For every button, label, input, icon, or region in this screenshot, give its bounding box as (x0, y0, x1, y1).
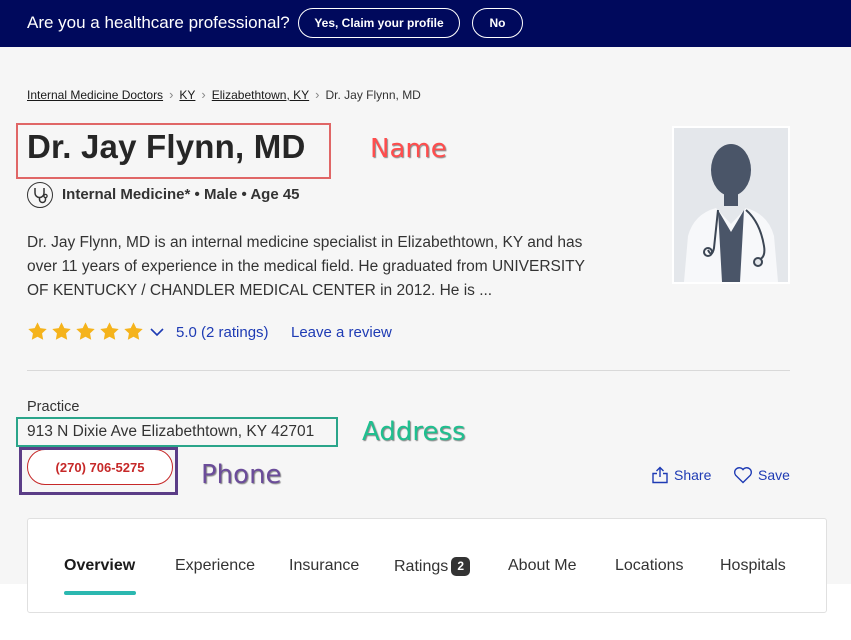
avatar-silhouette (674, 128, 788, 282)
tab-locations[interactable]: Locations (615, 557, 684, 575)
chevron-right-icon: › (169, 87, 174, 102)
chevron-right-icon: › (201, 87, 206, 102)
save-label: Save (758, 467, 790, 483)
ratings-count-badge: 2 (451, 557, 471, 576)
tab-overview[interactable]: Overview (64, 557, 135, 575)
heart-icon (733, 467, 753, 484)
profile-tabs: Overview Experience Insurance Ratings 2 A… (27, 518, 827, 613)
star-icon (28, 322, 47, 340)
banner-question: Are you a healthcare professional? (27, 13, 290, 32)
claim-profile-button[interactable]: Yes, Claim your profile (298, 8, 460, 38)
stethoscope-icon (27, 182, 53, 208)
doctor-bio: Dr. Jay Flynn, MD is an internal medicin… (27, 234, 585, 299)
save-button[interactable]: Save (733, 466, 790, 484)
star-icon (100, 322, 119, 340)
leave-review-link[interactable]: Leave a review (291, 324, 392, 341)
star-icon (76, 322, 95, 340)
tab-ratings-label: Ratings (394, 558, 449, 575)
breadcrumb-current: Dr. Jay Flynn, MD (325, 88, 421, 102)
phone-annotation: Phone (201, 460, 282, 490)
breadcrumb: Internal Medicine Doctors › KY › Elizabethto… (27, 87, 421, 102)
active-tab-indicator (64, 591, 136, 595)
share-button[interactable]: Share (651, 466, 711, 484)
rating-stars (27, 321, 144, 342)
breadcrumb-elizabethtown[interactable]: Elizabethtown, KY (212, 88, 309, 102)
practice-label: Practice (27, 399, 80, 415)
address-highlight-box (16, 417, 338, 447)
rating-summary-link[interactable]: 5.0 (2 ratings) (176, 324, 269, 341)
claim-profile-banner: Are you a healthcare professional? Yes, … (0, 0, 851, 47)
tab-experience[interactable]: Experience (175, 557, 255, 575)
tab-hospitals[interactable]: Hospitals (720, 557, 786, 575)
phone-highlight-box (19, 447, 178, 495)
star-icon (124, 322, 143, 340)
tab-about-me[interactable]: About Me (508, 557, 576, 575)
star-icon (52, 322, 71, 340)
no-button[interactable]: No (472, 8, 523, 38)
tab-insurance[interactable]: Insurance (289, 557, 359, 575)
breadcrumb-internal-medicine[interactable]: Internal Medicine Doctors (27, 88, 163, 102)
specialty-line: Internal Medicine* • Male • Age 45 (62, 186, 300, 203)
divider (27, 370, 790, 371)
chevron-down-icon[interactable] (149, 326, 165, 338)
breadcrumb-ky[interactable]: KY (179, 88, 195, 102)
chevron-right-icon: › (315, 87, 320, 102)
doctor-photo (672, 126, 790, 284)
tab-ratings[interactable]: Ratings 2 (394, 557, 471, 576)
share-label: Share (674, 467, 712, 483)
address-annotation: Address (362, 417, 466, 447)
name-annotation: Name (370, 134, 447, 164)
name-highlight-box (16, 123, 331, 179)
share-icon (652, 466, 668, 484)
